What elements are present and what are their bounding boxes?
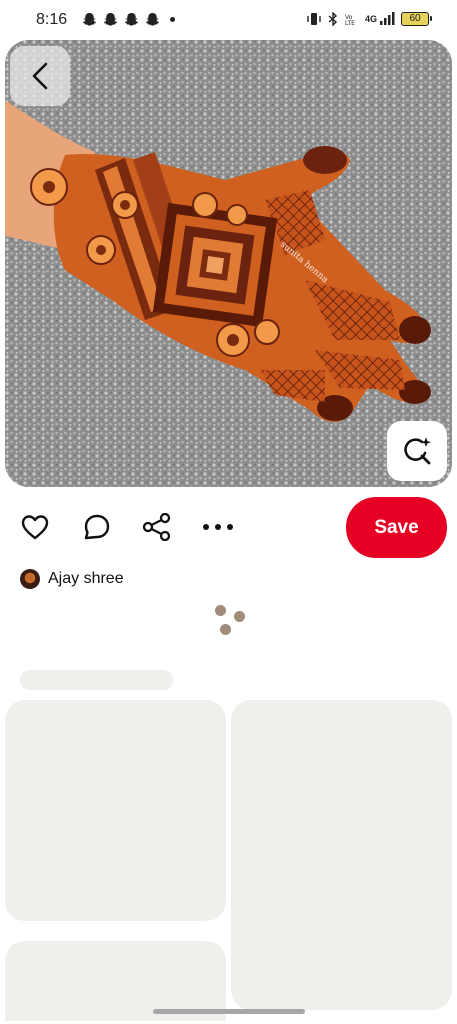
heart-icon — [21, 515, 49, 540]
svg-text:LTE: LTE — [345, 20, 355, 26]
back-button[interactable] — [10, 46, 70, 106]
henna-hand-image: sunita henna — [5, 40, 452, 487]
volte-icon: VoLTE — [345, 14, 355, 26]
loader-dot — [220, 624, 231, 635]
status-bar: 8:16 Vo LTE 4G 60 — [0, 0, 457, 40]
more-notifications-dot — [170, 17, 175, 22]
bluetooth-icon — [328, 12, 338, 26]
skeleton-title-placeholder — [20, 670, 173, 690]
share-icon — [142, 513, 171, 541]
loading-spinner — [212, 603, 248, 639]
save-button[interactable]: Save — [346, 497, 447, 558]
loader-dot — [234, 611, 245, 622]
pin-author[interactable]: Ajay shree — [20, 568, 124, 590]
snapchat-notification-icon — [103, 12, 118, 26]
lens-search-icon — [404, 437, 431, 465]
network-type-label: 4G — [364, 14, 377, 24]
visual-search-button[interactable] — [387, 421, 447, 481]
chevron-left-icon — [32, 62, 48, 90]
status-time: 8:16 — [36, 11, 68, 28]
battery-icon: 60 — [401, 12, 432, 26]
like-button[interactable] — [19, 511, 51, 543]
system-icons: Vo LTE 4G 60 — [307, 12, 432, 26]
signal-icon — [380, 12, 395, 25]
more-options-button[interactable] — [202, 511, 234, 543]
skeleton-pin-card — [231, 700, 452, 1010]
ellipsis-icon — [203, 524, 233, 530]
share-button[interactable] — [141, 511, 173, 543]
notification-icons — [82, 12, 175, 27]
comment-icon — [84, 514, 110, 540]
snapchat-notification-icon — [124, 12, 139, 26]
snapchat-notification-icon — [82, 12, 97, 26]
author-name: Ajay shree — [48, 570, 124, 587]
pin-actions: Save — [0, 497, 457, 559]
pin-image[interactable]: sunita henna — [5, 40, 452, 487]
vibrate-icon — [307, 13, 321, 25]
comment-button[interactable] — [81, 511, 113, 543]
snapchat-notification-icon — [145, 12, 160, 26]
skeleton-pin-card — [5, 700, 226, 921]
loader-dot — [215, 605, 226, 616]
avatar — [20, 569, 40, 589]
home-indicator[interactable] — [153, 1009, 305, 1014]
